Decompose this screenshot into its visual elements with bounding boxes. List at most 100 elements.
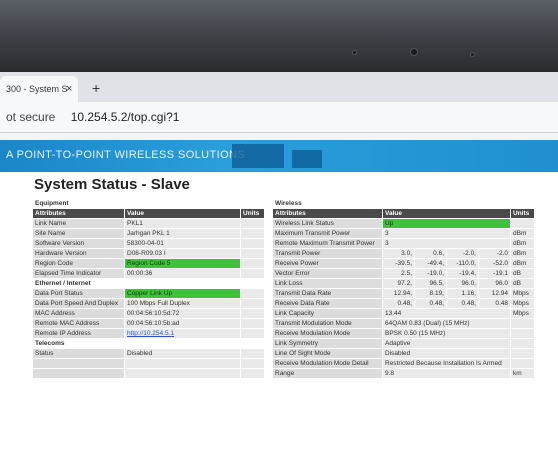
table-row: Site Name Jarhgan PKL 1 (32, 228, 266, 239)
section-heading: Wireless (272, 198, 535, 209)
table-row: Data Port Speed And Duplex 100 Mbps Full … (32, 298, 266, 309)
row-value: BPSK 0.50 (15 MHz) (382, 328, 511, 339)
row-unit (510, 348, 535, 359)
row-value: -19.0, (414, 268, 447, 279)
wireless-table: Wireless Attributes Value Units Wireless… (272, 198, 535, 379)
column-header: Units (239, 208, 266, 219)
url-text[interactable]: 10.254.5.2/top.cgi?1 (71, 110, 180, 124)
row-unit (510, 318, 535, 329)
table-row: Receive Power -39.5, -49.4, -110.0, -52.0 dBm (272, 258, 535, 269)
row-value: 0.48, (446, 298, 479, 309)
row-unit (239, 248, 266, 259)
row-value: 97.2, (382, 278, 415, 289)
table-row: Range 9.8 km (272, 368, 535, 379)
table-row: Elapsed Time Indicator 00:00:36 (32, 268, 266, 279)
new-tab-button[interactable]: + (92, 80, 100, 96)
row-label: Link Symmetry (272, 338, 383, 349)
row-value: 1.16, (446, 288, 479, 299)
row-value: 96.0, (446, 278, 479, 289)
table-row: Link Capacity 13.44 Mbps (272, 308, 535, 319)
row-value: 00:00:36 (124, 268, 241, 279)
row-unit: Mbps (510, 298, 535, 309)
row-value: 2.5, (382, 268, 415, 279)
row-value: 13.44 (382, 308, 511, 319)
webcam-icon (410, 48, 418, 56)
table-row: Remote Maximum Transmit Power 3 dBm (272, 238, 535, 249)
row-label: Wireless Link Status (272, 218, 383, 229)
table-row: Receive Modulation Mode BPSK 0.50 (15 MHz… (272, 328, 535, 339)
row-unit (510, 338, 535, 349)
row-label: Remote Maximum Transmit Power (272, 238, 383, 249)
close-icon[interactable]: × (66, 76, 72, 102)
row-label: MAC Address (32, 308, 125, 319)
table-row: Receive Modulation Mode Detail Restricted… (272, 358, 535, 369)
row-value: -2.0, (446, 248, 479, 259)
row-label: Data Port Status (32, 288, 125, 299)
table-row: Transmit Power 3.0, 0.6, -2.0, -2.0 dBm (272, 248, 535, 259)
column-header: Units (510, 208, 535, 219)
row-value: -19.4, (446, 268, 479, 279)
wireless-rows: Wireless Link Status Up Maximum Transmit P… (272, 218, 535, 379)
row-unit (510, 358, 535, 369)
row-label (32, 358, 125, 369)
row-value: 8.19, (414, 288, 447, 299)
table-row: Hardware Version D08-R09.03 I (32, 248, 266, 259)
row-label: Receive Modulation Mode Detail (272, 358, 383, 369)
row-unit: dBm (510, 258, 535, 269)
row-unit (239, 358, 266, 369)
status-badge: Copper Link Up (124, 288, 241, 299)
table-row: Software Version 58300-04-01 (32, 238, 266, 249)
table-row: Line Of Sight Mode Disabled (272, 348, 535, 359)
row-unit: dBm (510, 228, 535, 239)
row-label: Remote IP Address (32, 328, 125, 339)
tab-strip: 300 - System S × + (0, 72, 558, 102)
row-value: 0.48, (382, 298, 415, 309)
row-unit (239, 258, 266, 269)
row-value: Restricted Because Installation Is Armed (382, 358, 511, 369)
row-label: Range (272, 368, 383, 379)
row-value: 96.5, (414, 278, 447, 289)
row-label: Receive Modulation Mode (272, 328, 383, 339)
table-row: Link Symmetry Adaptive (272, 338, 535, 349)
row-label: Vector Error (272, 268, 383, 279)
table-row: Transmit Modulation Mode 64QAM 0.83 (Dual… (272, 318, 535, 329)
row-value: Jarhgan PKL 1 (124, 228, 241, 239)
sensor-dot-icon (352, 50, 357, 55)
browser-tab[interactable]: 300 - System S × (0, 76, 78, 102)
row-label: Receive Power (272, 258, 383, 269)
remote-ip-link[interactable]: http://10.254.5.1 (127, 330, 174, 337)
row-label: Link Capacity (272, 308, 383, 319)
row-value: -2.0 (478, 248, 511, 259)
row-label: Link Name (32, 218, 125, 229)
row-value: 00:04:56:10:5b:ad (124, 318, 241, 329)
table-row: Receive Data Rate 0.48, 0.48, 0.48, 0.48 Mbps (272, 298, 535, 309)
row-label: Remote MAC Address (32, 318, 125, 329)
row-label: Maximum Transmit Power (272, 228, 383, 239)
row-label: Site Name (32, 228, 125, 239)
row-unit: dB (510, 278, 535, 289)
row-value: Adaptive (382, 338, 511, 349)
row-unit: Mbps (510, 308, 535, 319)
row-unit (239, 298, 266, 309)
row-label: Region Code (32, 258, 125, 269)
table-row: Status Disabled (32, 348, 266, 359)
row-unit (239, 368, 266, 379)
column-header: Value (382, 208, 511, 219)
row-unit: dBm (510, 238, 535, 249)
row-unit (239, 348, 266, 359)
column-header: Attributes (272, 208, 383, 219)
address-bar[interactable]: ot secure 10.254.5.2/top.cgi?1 (0, 102, 558, 133)
row-label (32, 368, 125, 379)
row-label: Hardware Version (32, 248, 125, 259)
table-row: Region Code Region Code 5 (32, 258, 266, 269)
row-value: -110.0, (446, 258, 479, 269)
row-value: 3.0, (382, 248, 415, 259)
row-label: Transmit Modulation Mode (272, 318, 383, 329)
row-value (124, 358, 241, 369)
row-value: Disabled (382, 348, 511, 359)
row-value: 0.48, (414, 298, 447, 309)
row-label: Receive Data Rate (272, 298, 383, 309)
security-indicator[interactable]: ot secure (0, 110, 55, 124)
column-header: Value (124, 208, 241, 219)
table-row: MAC Address 00:04:56:10:5d:72 (32, 308, 266, 319)
